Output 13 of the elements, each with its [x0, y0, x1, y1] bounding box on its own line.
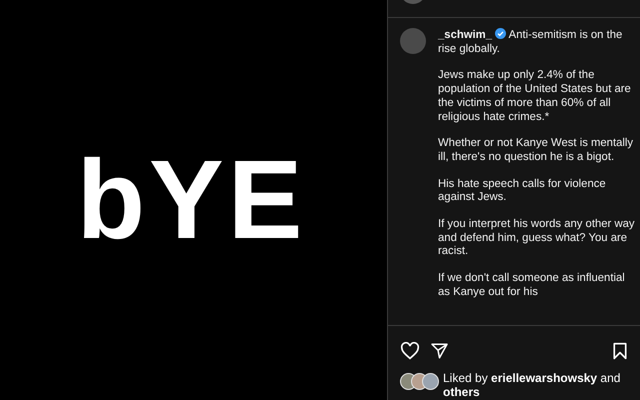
image-text: bYE	[76, 144, 306, 256]
likes-text: Liked by eriellewarshowsky and others	[443, 371, 622, 399]
caption-text: Whether or not Kanye West is mentally ill, there's no question he is a bigot.	[438, 137, 634, 165]
caption-text: _schwim_ Anti-semitism is on the rise globally.	[438, 28, 624, 56]
share-icon[interactable]	[430, 342, 449, 360]
caption-text: If we don't call someone as influential as Kanye out for his	[438, 272, 626, 300]
heart-icon[interactable]	[400, 342, 420, 360]
bookmark-icon[interactable]	[612, 342, 628, 360]
caption-text: If you interpret his words any other way and defend him, guess what? You are racist.	[438, 218, 636, 260]
username-link[interactable]: _schwim_	[438, 29, 492, 41]
avatar	[422, 373, 439, 390]
caption-text: His hate speech calls for violence against Jews.	[438, 178, 607, 206]
caption-text: Jews make up only 2.4% of the population of the United States but are the victims of more than 60% of all religious hate crimes.*	[438, 69, 632, 124]
